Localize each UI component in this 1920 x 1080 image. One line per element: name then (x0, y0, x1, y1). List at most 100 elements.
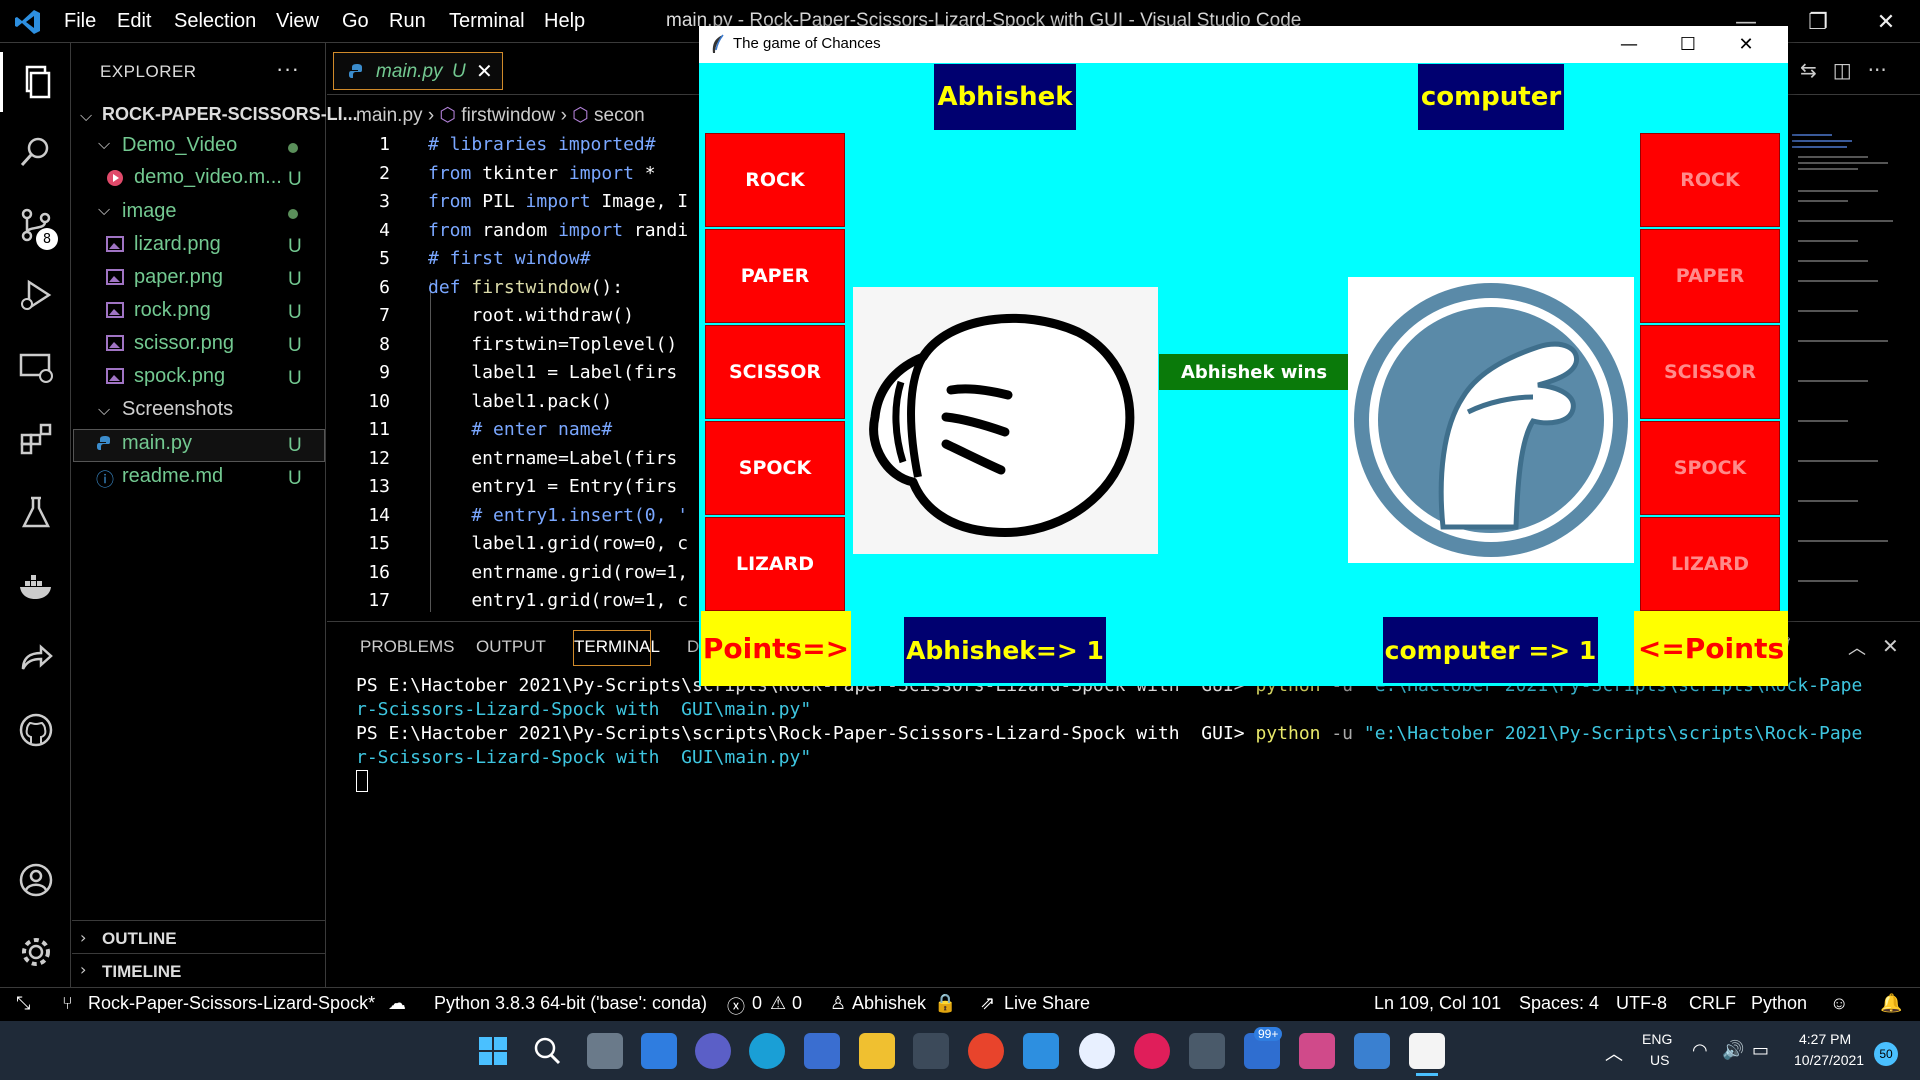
github-activity-icon[interactable] (0, 700, 71, 760)
status-python-interpreter[interactable]: Python 3.8.3 64-bit ('base': conda) (434, 993, 707, 1014)
status-errors[interactable]: 0 (752, 993, 762, 1014)
search-activity-icon[interactable] (0, 122, 71, 182)
compare-changes-icon[interactable]: ⇆ (1800, 58, 1817, 82)
player-scissor-button[interactable]: SCISSOR (705, 325, 845, 419)
windows-start-icon[interactable] (478, 1036, 508, 1066)
status-warnings[interactable]: 0 (792, 993, 802, 1014)
player-rock-button[interactable]: ROCK (705, 133, 845, 227)
tree-item-rock-png[interactable]: rock.png (134, 299, 211, 322)
task-view-icon[interactable] (587, 1033, 623, 1069)
language-indicator-line2[interactable]: US (1650, 1052, 1669, 1068)
run-debug-activity-icon[interactable] (0, 265, 71, 325)
bell-icon[interactable]: 🔔 (1880, 993, 1902, 1014)
menu-terminal[interactable]: Terminal (449, 10, 525, 33)
clock-time[interactable]: 4:27 PM (1799, 1031, 1851, 1047)
search-icon[interactable] (532, 1036, 562, 1066)
tab-close-icon[interactable]: ✕ (476, 59, 493, 83)
wifi-icon[interactable]: ◠ (1692, 1040, 1708, 1061)
tab-output[interactable]: OUTPUT (476, 637, 546, 657)
chevron-up-icon[interactable]: ︿ (1848, 634, 1866, 660)
tree-item-spock-png[interactable]: spock.png (134, 365, 225, 388)
status-live-share[interactable]: Live Share (1004, 993, 1090, 1014)
tab-debug-console[interactable]: D (687, 637, 699, 657)
tree-item-lizard-png[interactable]: lizard.png (134, 233, 221, 256)
status-indentation[interactable]: Spaces: 4 (1519, 993, 1599, 1014)
game-minimize-button[interactable]: — (1600, 26, 1658, 63)
tree-item-demo-video-file[interactable]: demo_video.m... (134, 166, 282, 189)
menu-go[interactable]: Go (342, 10, 369, 33)
chrome-icon[interactable] (968, 1033, 1004, 1069)
remote-icon[interactable]: ⤡ (16, 993, 30, 1014)
notepad-icon[interactable] (1354, 1033, 1390, 1069)
store-icon[interactable] (804, 1033, 840, 1069)
teams-chat-icon[interactable] (695, 1033, 731, 1069)
status-branch[interactable]: Rock-Paper-Scissors-Lizard-Spock* (88, 993, 375, 1014)
tree-item-readme-md[interactable]: readme.md (122, 465, 223, 488)
status-eol[interactable]: CRLF (1689, 993, 1736, 1014)
status-user[interactable]: Abhishek (852, 993, 926, 1014)
breadcrumb-item[interactable]: firstwindow (461, 105, 555, 126)
tree-item-main-py[interactable]: main.py (122, 432, 192, 455)
widgets-icon[interactable] (641, 1033, 677, 1069)
breadcrumb-item[interactable]: main.py (356, 105, 423, 126)
explorer-activity-icon[interactable] (0, 52, 71, 112)
breadcrumb-item[interactable]: secon (594, 105, 645, 126)
notification-badge[interactable]: 50 (1874, 1042, 1898, 1066)
menu-edit[interactable]: Edit (117, 10, 151, 33)
remote-explorer-activity-icon[interactable] (0, 338, 71, 398)
tree-item-screenshots-folder[interactable]: Screenshots (122, 398, 233, 421)
menu-selection[interactable]: Selection (174, 10, 256, 33)
chevron-right-icon[interactable]: › (80, 960, 86, 979)
restore-button[interactable]: ❐ (1792, 6, 1844, 38)
tab-terminal[interactable]: TERMINAL (574, 637, 660, 657)
file-explorer-icon[interactable] (859, 1033, 895, 1069)
explorer-root-folder[interactable]: ROCK-PAPER-SCISSORS-LI... (102, 104, 358, 125)
timeline-section[interactable]: TIMELINE (102, 962, 181, 982)
menu-view[interactable]: View (276, 10, 319, 33)
close-panel-icon[interactable]: ✕ (1882, 634, 1899, 658)
game-close-button[interactable]: ✕ (1717, 26, 1775, 63)
feedback-icon[interactable]: ☺ (1830, 993, 1848, 1014)
player-lizard-button[interactable]: LIZARD (705, 517, 845, 611)
game-maximize-button[interactable]: ☐ (1659, 26, 1717, 63)
tree-item-scissor-png[interactable]: scissor.png (134, 332, 234, 355)
sync-icon[interactable]: ☁ (388, 993, 406, 1014)
language-indicator-line1[interactable]: ENG (1642, 1031, 1672, 1047)
volume-icon[interactable]: 🔊 (1722, 1040, 1744, 1061)
chevron-right-icon[interactable]: › (80, 928, 86, 947)
close-window-button[interactable]: ✕ (1860, 6, 1912, 38)
accounts-activity-icon[interactable] (0, 850, 71, 910)
slack-icon[interactable] (1134, 1033, 1170, 1069)
virtualbox-icon[interactable] (1189, 1033, 1225, 1069)
git-tool-icon[interactable] (1299, 1033, 1335, 1069)
tree-item-image-folder[interactable]: image (122, 200, 176, 223)
document-icon[interactable] (1409, 1033, 1445, 1069)
menu-help[interactable]: Help (544, 10, 585, 33)
status-encoding[interactable]: UTF-8 (1616, 993, 1667, 1014)
explorer-more-button[interactable]: ··· (276, 56, 299, 82)
source-control-activity-icon[interactable] (0, 195, 71, 255)
menu-run[interactable]: Run (389, 10, 426, 33)
tab-main-py[interactable]: main.py U ✕ (333, 52, 503, 90)
clock-date[interactable]: 10/27/2021 (1794, 1052, 1864, 1068)
chevron-down-icon[interactable]: ⌵ (98, 400, 110, 420)
battery-icon[interactable]: ▭ (1752, 1040, 1769, 1061)
more-actions-icon[interactable]: ··· (1868, 58, 1887, 82)
menu-file[interactable]: File (64, 10, 96, 33)
chevron-up-icon[interactable]: ︿ (1605, 1040, 1623, 1066)
edge-browser-icon[interactable] (749, 1033, 785, 1069)
player-paper-button[interactable]: PAPER (705, 229, 845, 323)
manage-activity-icon[interactable] (0, 922, 71, 982)
testing-activity-icon[interactable] (0, 483, 71, 543)
outline-section[interactable]: OUTLINE (102, 929, 177, 949)
status-language[interactable]: Python (1751, 993, 1807, 1014)
status-cursor-position[interactable]: Ln 109, Col 101 (1374, 993, 1501, 1014)
extensions-activity-icon[interactable] (0, 410, 71, 470)
snipping-tool-icon[interactable] (913, 1033, 949, 1069)
tab-problems[interactable]: PROBLEMS (360, 637, 454, 657)
live-share-activity-icon[interactable] (0, 628, 71, 688)
minimap[interactable] (1788, 130, 1898, 610)
docker-activity-icon[interactable] (0, 556, 71, 616)
terminal-cursor[interactable] (356, 770, 368, 792)
chevron-down-icon[interactable]: ⌵ (98, 200, 110, 220)
